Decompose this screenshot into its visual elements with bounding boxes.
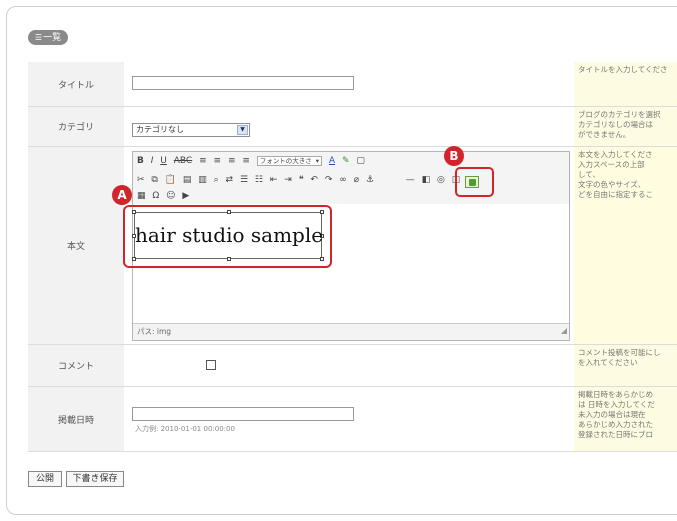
blockquote-icon[interactable]: ❝ <box>299 175 304 185</box>
outdent-icon[interactable]: ⇤ <box>270 175 278 185</box>
redo-icon[interactable]: ↷ <box>325 175 333 185</box>
list-icon: ☰ <box>34 33 43 42</box>
publish-date-row: 掲載日時 掲載日時をあらかじめ は 日時を入力してくだ 未入力の場合は現在 あら… <box>28 387 677 452</box>
bullet-list-icon[interactable]: ☰ <box>240 175 248 185</box>
editor-toolbar-row-3: ▦ Ω ☺ ▶ <box>133 190 569 204</box>
title-input[interactable] <box>132 76 354 90</box>
save-draft-button[interactable]: 下書き保存 <box>66 471 124 487</box>
body-label: 本文 <box>28 147 124 344</box>
html-source-icon[interactable]: ◧ <box>422 175 431 185</box>
chevron-down-icon: ▼ <box>237 125 248 135</box>
category-selected-value: カテゴリなし <box>136 125 184 134</box>
find-icon[interactable]: ⌕ <box>214 175 219 185</box>
category-select[interactable]: カテゴリなし ▼ <box>132 123 250 137</box>
resize-grip-icon[interactable]: ◢ <box>561 323 567 339</box>
publish-date-input[interactable] <box>132 407 354 421</box>
editor-path: パス: img <box>137 327 172 336</box>
highlight-color-icon[interactable]: ✎ <box>342 156 350 166</box>
paste-word-icon[interactable]: ▥ <box>198 175 207 185</box>
undo-icon[interactable]: ↶ <box>310 175 318 185</box>
justify-icon[interactable]: ≡ <box>242 156 250 166</box>
help-icon[interactable]: ◎ <box>437 175 445 185</box>
align-left-icon[interactable]: ≡ <box>199 156 207 166</box>
list-button[interactable]: ☰一覧 <box>28 30 68 45</box>
indent-icon[interactable]: ⇥ <box>284 175 292 185</box>
table-icon[interactable]: ▦ <box>137 191 146 201</box>
bold-icon[interactable]: B <box>137 156 144 166</box>
strikethrough-icon[interactable]: ABC <box>174 156 192 166</box>
title-label: タイトル <box>28 62 124 106</box>
special-char-icon[interactable]: Ω <box>152 191 159 201</box>
paste-text-icon[interactable]: ▤ <box>183 175 192 185</box>
text-color-icon[interactable]: A <box>329 156 335 166</box>
media-icon[interactable]: ▶ <box>182 191 189 201</box>
cut-icon[interactable]: ✂ <box>137 175 145 185</box>
horizontal-rule-icon[interactable]: — <box>406 175 415 185</box>
anchor-icon[interactable]: ⚓ <box>366 175 374 185</box>
replace-icon[interactable]: ⇄ <box>226 175 234 185</box>
emoticon-icon[interactable]: ☺ <box>166 191 175 201</box>
link-icon[interactable]: ∞ <box>339 175 347 185</box>
category-row: カテゴリ ブログのカテゴリを選択 カテゴリなしの場合は ができません。 カテゴリ… <box>28 107 677 147</box>
font-size-select[interactable]: フォントの大きさ ▾ <box>256 156 323 166</box>
callout-a-badge: A <box>112 185 132 205</box>
publish-date-label: 掲載日時 <box>28 387 124 451</box>
format-icon[interactable]: ▢ <box>356 156 365 166</box>
category-help: ブログのカテゴリを選択 カテゴリなしの場合は ができません。 <box>574 107 677 146</box>
category-label: カテゴリ <box>28 107 124 146</box>
editor-statusbar: パス: img ◢ <box>133 323 569 340</box>
title-help: タイトルを入力してくださ <box>574 62 677 106</box>
publish-date-hint: 入力例: 2010-01-01 00:00:00 <box>135 425 235 433</box>
title-row: タイトル タイトルを入力してくださ <box>28 62 677 107</box>
comment-checkbox[interactable] <box>206 360 216 370</box>
editor-toolbar-row-1: B I U ABC ≡ ≡ ≡ ≡ フォントの大きさ ▾ A ✎ ▢ <box>133 152 569 171</box>
callout-b-highlight <box>455 167 494 197</box>
numbered-list-icon[interactable]: ☷ <box>255 175 263 185</box>
copy-icon[interactable]: ⧉ <box>151 175 157 185</box>
comment-help: コメント投稿を可能にし を入れてください <box>574 345 677 386</box>
publish-button[interactable]: 公開 <box>28 471 62 487</box>
comment-label: コメント <box>28 345 124 386</box>
editor-toolbar-row-2: ✂ ⧉ 📋 ▤ ▥ ⌕ ⇄ ☰ ☷ ⇤ ⇥ ❝ ↶ ↷ ∞ ⌀ ⚓ — ◧ ◎ … <box>133 171 569 190</box>
align-right-icon[interactable]: ≡ <box>228 156 236 166</box>
underline-icon[interactable]: U <box>160 156 167 166</box>
italic-icon[interactable]: I <box>151 156 154 166</box>
body-help: 本文を入力してくださ 入力スペースの上部 して、 文字の色やサイズ、 どを自由に… <box>574 147 677 344</box>
callout-b-badge: B <box>444 146 464 166</box>
paste-icon[interactable]: 📋 <box>165 175 176 185</box>
unlink-icon[interactable]: ⌀ <box>354 175 359 185</box>
publish-date-help: 掲載日時をあらかじめ は 日時を入力してくだ 未入力の場合は現在 あらかじめ入力… <box>574 387 677 451</box>
callout-a-highlight <box>123 205 332 268</box>
comment-row: コメント コメント投稿を可能にし を入れてください <box>28 345 677 387</box>
align-center-icon[interactable]: ≡ <box>214 156 222 166</box>
